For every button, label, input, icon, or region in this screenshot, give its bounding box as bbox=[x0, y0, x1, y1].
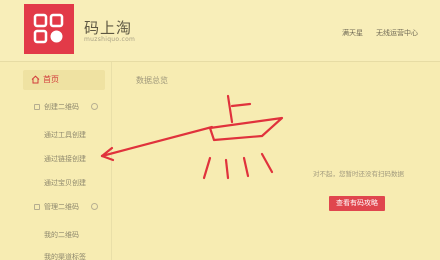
top-link-wireless-center[interactable]: 无线运营中心 bbox=[376, 28, 418, 38]
sidebar: 首页 创建二维码 通过工具创建 通过链接创建 通过宝贝创建 管理二维码 我的二维… bbox=[0, 62, 112, 260]
manage-group-icon bbox=[34, 204, 40, 210]
top-header: 码上淘 muzshiquo.com 满天星 无线运营中心 bbox=[0, 0, 440, 62]
home-icon bbox=[31, 75, 40, 84]
sidebar-item-create-by-link[interactable]: 通过链接创建 bbox=[44, 154, 86, 164]
sidebar-item-create-by-tool[interactable]: 通过工具创建 bbox=[44, 130, 86, 140]
collapse-icon[interactable] bbox=[91, 203, 98, 210]
sidebar-item-my-channel-tags[interactable]: 我的渠道标签 bbox=[44, 252, 86, 260]
empty-state-text: 对不起，您暂时还没有扫码数据 bbox=[313, 170, 404, 178]
sidebar-item-label: 管理二维码 bbox=[44, 203, 79, 211]
brand-domain: muzshiquo.com bbox=[84, 36, 136, 43]
brand-name: 码上淘 bbox=[84, 19, 133, 37]
top-link-star[interactable]: 满天星 bbox=[342, 28, 363, 38]
view-guide-button[interactable]: 查看有码攻略 bbox=[329, 196, 385, 211]
logo-icon[interactable] bbox=[24, 4, 74, 54]
sidebar-group-create[interactable]: 创建二维码 bbox=[44, 102, 98, 112]
page-title: 数据总览 bbox=[136, 76, 168, 85]
sidebar-group-manage[interactable]: 管理二维码 bbox=[44, 202, 98, 212]
create-group-icon bbox=[34, 104, 40, 110]
sidebar-item-home[interactable]: 首页 bbox=[23, 70, 105, 90]
sidebar-item-create-by-product[interactable]: 通过宝贝创建 bbox=[44, 178, 86, 188]
sidebar-item-label: 创建二维码 bbox=[44, 103, 79, 111]
sidebar-item-my-qrcodes[interactable]: 我的二维码 bbox=[44, 230, 79, 240]
collapse-icon[interactable] bbox=[91, 103, 98, 110]
sidebar-item-label: 首页 bbox=[43, 75, 59, 84]
